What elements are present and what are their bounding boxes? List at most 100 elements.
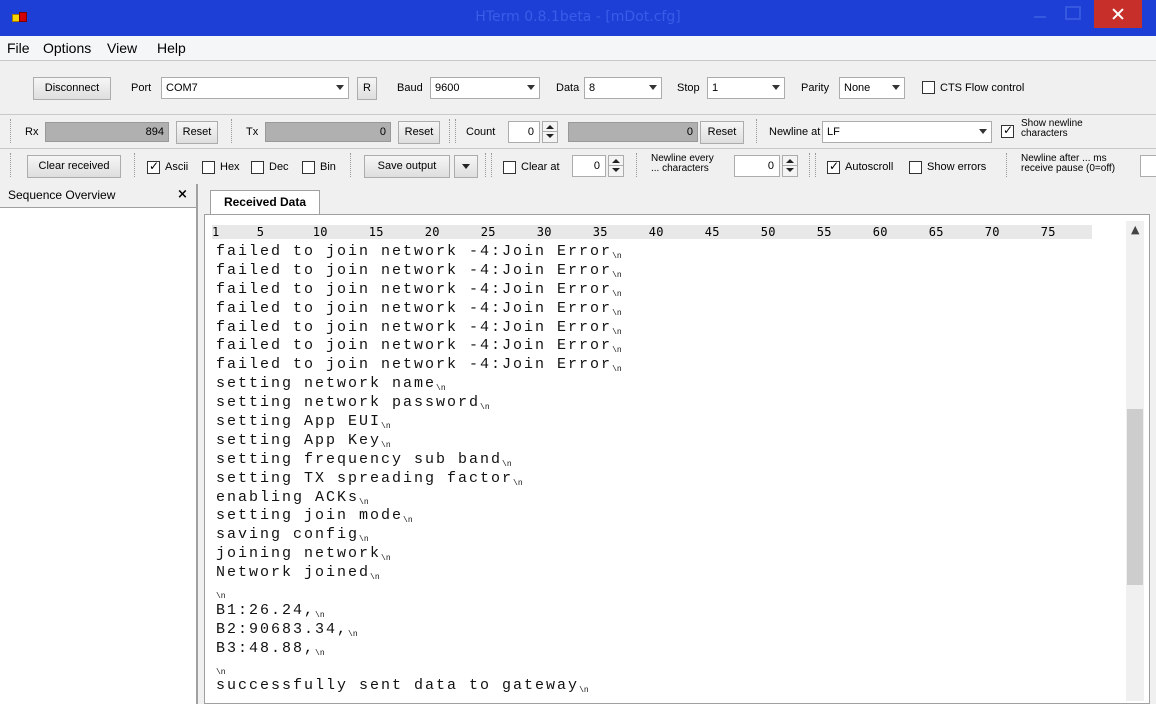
received-line: \n	[216, 583, 622, 602]
scroll-up-icon[interactable]: ▲	[1131, 223, 1139, 236]
newline-marker: \n	[513, 478, 523, 488]
toolbar-grip[interactable]	[134, 153, 137, 177]
clear-at-input[interactable]: 0	[572, 155, 606, 177]
count-reset-button[interactable]: Reset	[700, 121, 744, 144]
count-label: Count	[466, 126, 496, 138]
clear-received-button[interactable]: Clear received	[27, 155, 121, 178]
tx-counter: 0	[265, 122, 391, 142]
toolbar-grip[interactable]	[485, 153, 488, 177]
baud-label: Baud	[397, 82, 423, 94]
clear-at-checkbox[interactable]	[503, 161, 516, 174]
newline-after-input[interactable]	[1140, 155, 1156, 177]
stop-bits-select[interactable]: 1	[707, 77, 785, 99]
received-data-area: Received Data 1 5 10 15 20 25 30 35 40 45 50 55 60 65…	[200, 184, 1156, 704]
toolbar-grip[interactable]	[10, 153, 13, 177]
chevron-down-icon	[336, 85, 344, 90]
rx-reset-button[interactable]: Reset	[176, 121, 218, 144]
autoscroll-checkbox[interactable]	[827, 159, 840, 174]
toolbar-grip[interactable]	[491, 153, 494, 177]
menu-view[interactable]: View	[107, 40, 137, 56]
tab-received-data[interactable]: Received Data	[210, 190, 320, 214]
received-line-text: setting network name	[216, 375, 437, 393]
hterm-window: HTerm 0.8.1beta - [mDot.cfg] File Option…	[0, 0, 1156, 704]
hex-checkbox[interactable]	[202, 161, 215, 174]
toolbar-grip[interactable]	[449, 119, 452, 143]
toolbar-grip[interactable]	[815, 153, 818, 177]
received-line-text: enabling ACKs	[216, 488, 360, 506]
received-line-text: setting TX spreading factor	[216, 469, 514, 487]
toolbar-grip[interactable]	[636, 153, 639, 177]
received-line: setting network password\n	[216, 394, 622, 413]
menu-file[interactable]: File	[7, 40, 30, 56]
toolbar-grip[interactable]	[350, 153, 353, 177]
baud-select[interactable]: 9600	[430, 77, 540, 99]
dec-label: Dec	[269, 161, 289, 173]
received-line: joining network\n	[216, 545, 622, 564]
display-toolbar: Clear received Ascii Hex Dec Bin Save ou…	[0, 148, 1156, 184]
newline-marker: \n	[480, 403, 490, 413]
ruler-mark: 70	[984, 225, 1000, 239]
port-select[interactable]: COM7	[161, 77, 349, 99]
data-bits-select[interactable]: 8	[584, 77, 662, 99]
newline-marker: \n	[612, 308, 622, 318]
tx-reset-button[interactable]: Reset	[398, 121, 440, 144]
refresh-ports-button[interactable]: R	[357, 77, 377, 100]
toolbar-grip[interactable]	[1006, 153, 1009, 177]
toolbar-grip[interactable]	[10, 119, 13, 143]
close-button[interactable]	[1094, 0, 1142, 28]
clear-at-spinner[interactable]	[608, 155, 624, 177]
parity-label: Parity	[801, 82, 830, 94]
maximize-button[interactable]	[1056, 0, 1086, 28]
received-line-text: Network joined	[216, 564, 371, 582]
vertical-scrollbar[interactable]: ▲	[1126, 221, 1144, 701]
received-line: setting App Key\n	[216, 432, 622, 451]
disconnect-button[interactable]: Disconnect	[33, 77, 111, 100]
title-bar: HTerm 0.8.1beta - [mDot.cfg]	[0, 0, 1156, 36]
received-line: setting join mode\n	[216, 507, 622, 526]
newline-at-value: LF	[827, 126, 840, 138]
port-label: Port	[131, 82, 152, 94]
bin-checkbox[interactable]	[302, 161, 315, 174]
received-line: failed to join network -4:Join Error\n	[216, 300, 622, 319]
close-icon[interactable]: ×	[177, 187, 188, 202]
counters-toolbar: Rx 894 Reset Tx 0 Reset Count 0 0 Reset …	[0, 114, 1156, 148]
sequence-overview-panel: Sequence Overview ×	[0, 184, 198, 704]
newline-every-spinner[interactable]	[782, 155, 798, 177]
ascii-label: Ascii	[165, 161, 189, 173]
received-line: setting network name\n	[216, 375, 622, 394]
chevron-down-icon	[649, 85, 657, 90]
toolbar-grip[interactable]	[231, 119, 234, 143]
toolbar-grip[interactable]	[809, 153, 812, 177]
ascii-checkbox[interactable]	[147, 159, 160, 174]
hex-label: Hex	[220, 161, 240, 173]
minimize-button[interactable]	[1027, 0, 1053, 28]
toolbar-grip[interactable]	[756, 119, 759, 143]
newline-marker: \n	[381, 554, 391, 564]
menu-help[interactable]: Help	[157, 40, 186, 56]
ruler-mark: 25	[480, 225, 496, 239]
save-output-menu-button[interactable]	[454, 155, 478, 178]
ruler-mark: 65	[928, 225, 944, 239]
received-line: Network joined\n	[216, 564, 622, 583]
received-line-text: setting App Key	[216, 431, 382, 449]
save-output-button[interactable]: Save output	[364, 155, 450, 178]
newline-every-input[interactable]: 0	[734, 155, 780, 177]
dec-checkbox[interactable]	[251, 161, 264, 174]
show-newline-checkbox[interactable]	[1001, 123, 1014, 138]
menu-options[interactable]: Options	[43, 40, 91, 56]
scrollbar-thumb[interactable]	[1127, 409, 1143, 585]
ruler-mark: 10	[312, 225, 328, 239]
received-data-view[interactable]: 1 5 10 15 20 25 30 35 40 45 50 55 60 65 70 75 failed to…	[204, 214, 1150, 704]
received-line-text: failed to join network -4:Join Error	[216, 280, 613, 298]
parity-select[interactable]: None	[839, 77, 905, 99]
count-input[interactable]: 0	[508, 121, 540, 143]
cts-flow-checkbox[interactable]	[922, 81, 935, 94]
received-line: saving config\n	[216, 526, 622, 545]
port-value: COM7	[166, 82, 198, 94]
received-line-text: saving config	[216, 526, 360, 544]
received-line-text: B1:26.24,	[216, 601, 316, 619]
newline-at-select[interactable]: LF	[822, 121, 992, 143]
count-spinner[interactable]	[542, 121, 558, 143]
toolbar-grip[interactable]	[455, 119, 458, 143]
show-errors-checkbox[interactable]	[909, 161, 922, 174]
